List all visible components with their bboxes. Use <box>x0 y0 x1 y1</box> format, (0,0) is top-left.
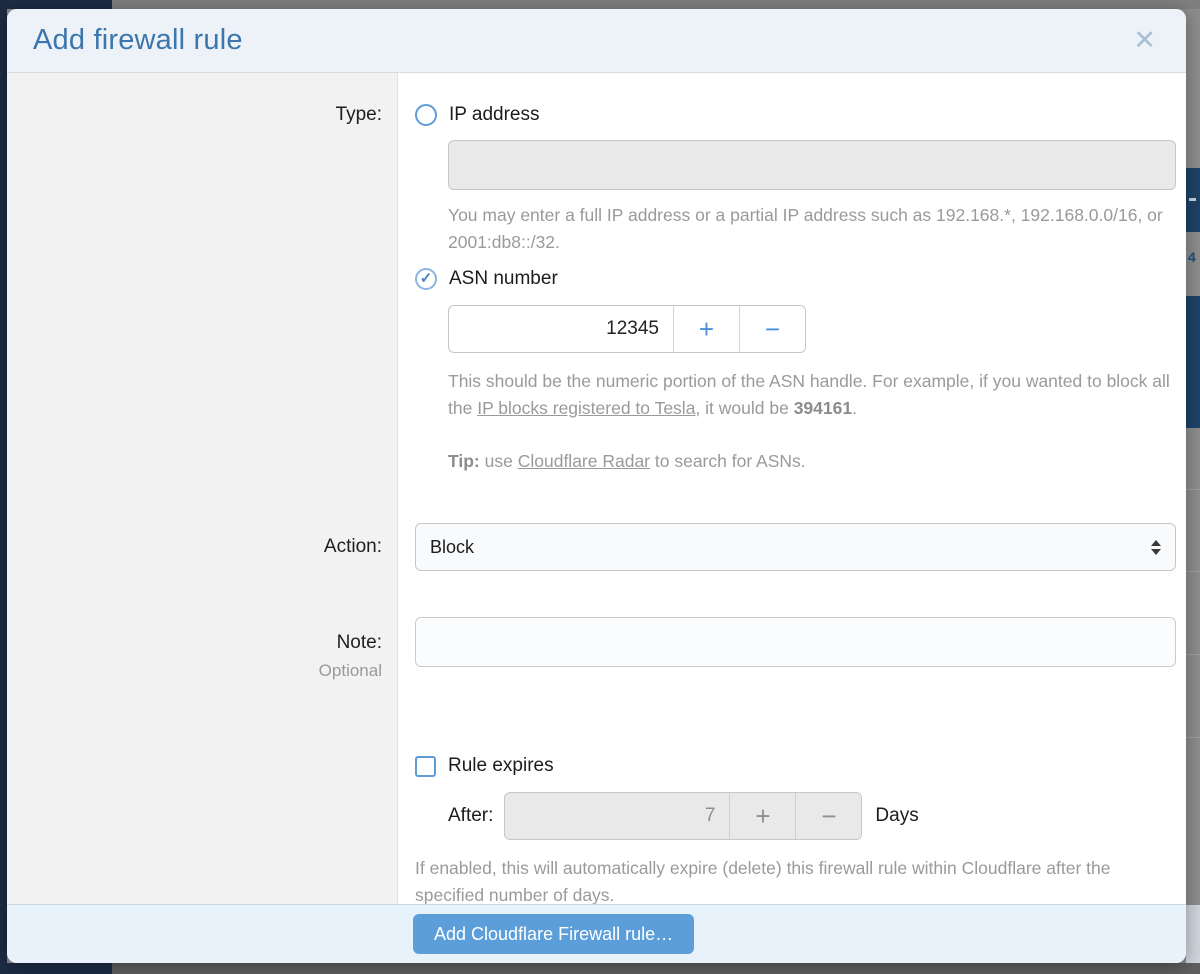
after-label: After: <box>448 805 493 827</box>
action-label: Action: <box>7 536 399 558</box>
rule-expires-row: Rule expires After: + − Days If enabled,… <box>7 753 1186 904</box>
days-decrement-button[interactable]: − <box>795 793 861 839</box>
ip-address-help: You may enter a full IP address or a par… <box>448 202 1176 256</box>
asn-help-part3: . <box>852 398 857 418</box>
rule-expires-control: Rule expires After: + − Days If enabled,… <box>399 753 1186 904</box>
rule-expires-option[interactable]: Rule expires <box>415 753 1176 779</box>
add-cloudflare-firewall-rule-button[interactable]: Add Cloudflare Firewall rule… <box>413 914 694 954</box>
add-firewall-rule-dialog: Add firewall rule ✕ Type: IP address You… <box>7 9 1186 963</box>
days-increment-button[interactable]: + <box>729 793 795 839</box>
asn-example-number: 394161 <box>794 398 852 418</box>
background-mark <box>1189 198 1196 201</box>
note-row: Note: Optional <box>7 617 1186 684</box>
rule-expires-option-label: Rule expires <box>448 755 554 777</box>
asn-increment-button[interactable]: + <box>673 306 739 352</box>
type-label: Type: <box>7 102 399 475</box>
check-icon: ✓ <box>417 269 435 287</box>
type-row: Type: IP address You may enter a full IP… <box>7 102 1186 475</box>
dialog-header: Add firewall rule ✕ <box>7 9 1186 73</box>
background-bottom-gray-bar <box>112 963 1200 974</box>
background-left-navy-bar <box>0 9 7 974</box>
asn-number-radio-checked[interactable]: ✓ <box>415 268 437 290</box>
asn-help-part2: , it would be <box>695 398 793 418</box>
tip-part1: use <box>480 451 518 471</box>
background-bottom-navy-bar <box>0 963 112 974</box>
action-select-value: Block <box>430 537 474 558</box>
ip-input-wrap <box>448 140 1176 190</box>
background-number: 4 <box>1188 249 1196 265</box>
note-optional-label: Optional <box>7 658 382 684</box>
divider <box>1186 654 1200 655</box>
background-top-navy-bar <box>0 0 112 9</box>
select-arrows-icon <box>1151 540 1161 555</box>
background-right-strip: 4 <box>1186 9 1200 963</box>
dialog-title: Add firewall rule <box>33 24 243 57</box>
asn-number-option-label: ASN number <box>449 268 558 290</box>
asn-number-option[interactable]: ✓ ASN number <box>415 266 1176 292</box>
ip-address-input[interactable] <box>448 140 1176 190</box>
rule-expires-checkbox[interactable] <box>415 756 436 777</box>
note-input[interactable] <box>415 617 1176 667</box>
close-icon[interactable]: ✕ <box>1133 27 1156 54</box>
tip-part2: to search for ASNs. <box>650 451 806 471</box>
divider <box>1186 737 1200 738</box>
days-input[interactable] <box>505 793 729 839</box>
asn-stepper-wrap: + − <box>448 305 1176 353</box>
asn-help-text: This should be the numeric portion of th… <box>448 368 1176 422</box>
expire-help-text: If enabled, this will automatically expi… <box>415 855 1165 904</box>
firewall-rule-form: Type: IP address You may enter a full IP… <box>7 73 1186 904</box>
asn-decrement-button[interactable]: − <box>739 306 805 352</box>
dialog-body: Type: IP address You may enter a full IP… <box>7 73 1186 904</box>
days-label: Days <box>875 805 918 827</box>
cloudflare-radar-link[interactable]: Cloudflare Radar <box>518 451 650 471</box>
background-footer-strip <box>1186 905 1200 963</box>
background-top-gray-bar <box>112 0 1200 9</box>
days-stepper: + − <box>504 792 862 840</box>
background-navy-block <box>1186 168 1200 232</box>
action-select[interactable]: Block <box>415 523 1176 571</box>
asn-tip-text: Tip: use Cloudflare Radar to search for … <box>448 448 1176 475</box>
type-options: IP address You may enter a full IP addre… <box>399 102 1186 475</box>
ip-address-option[interactable]: IP address <box>415 102 1176 128</box>
dialog-footer: Add Cloudflare Firewall rule… <box>7 904 1186 963</box>
asn-number-stepper: + − <box>448 305 806 353</box>
note-control <box>399 617 1186 684</box>
action-control: Block <box>399 523 1186 571</box>
background-navy-block <box>1186 296 1200 428</box>
rule-expires-label-spacer <box>7 753 399 904</box>
ip-address-radio[interactable] <box>415 104 437 126</box>
ip-address-option-label: IP address <box>449 104 539 126</box>
divider <box>1186 489 1200 490</box>
divider <box>1186 571 1200 572</box>
after-row: After: + − Days <box>448 792 1176 840</box>
note-label-block: Note: Optional <box>7 617 399 684</box>
tesla-ip-blocks-link[interactable]: IP blocks registered to Tesla <box>477 398 695 418</box>
note-label: Note: <box>7 630 382 656</box>
asn-number-input[interactable] <box>449 306 673 352</box>
action-row: Action: Block <box>7 523 1186 571</box>
tip-bold: Tip: <box>448 451 480 471</box>
